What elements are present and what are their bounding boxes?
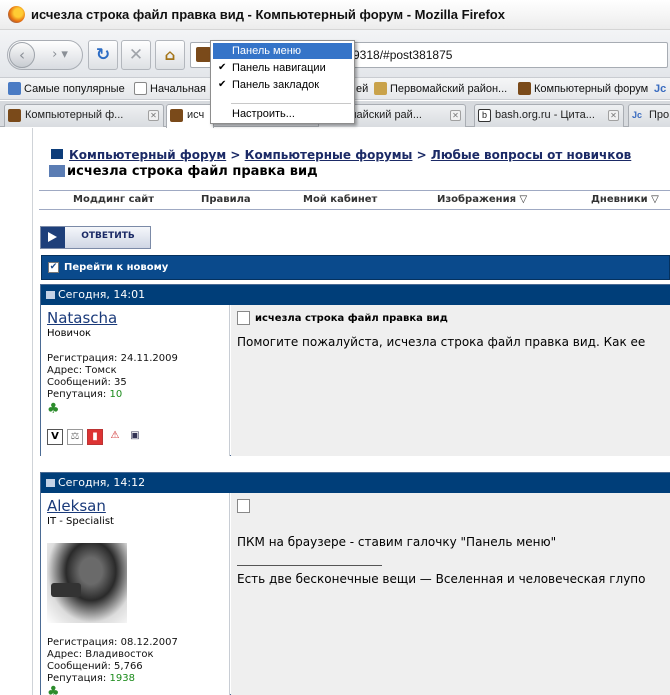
thread-title: исчезла строка файл правка вид [67,164,318,179]
breadcrumb-link-forum[interactable]: Компьютерный форум [69,148,226,162]
reply-button[interactable]: ОТВЕТИТЬ [40,226,151,249]
nav-link-cabinet[interactable]: Мой кабинет [303,194,377,205]
author-registration: Регистрация: 24.11.2009 [47,353,178,364]
window-titlebar: исчезла строка файл правка вид - Компьют… [0,0,670,30]
computer-icon[interactable]: ▣ [127,429,143,445]
forum-home-icon [51,149,63,159]
post-author-panel: Natascha Новичок Регистрация: 24.11.2009… [41,305,230,456]
checkbox-icon: ✔ [48,262,59,273]
checkmark-icon: ✔ [218,62,227,73]
url-text: t39318/#post381875 [343,48,453,62]
reputation-clover-icon: ♣ [47,684,60,695]
post: Сегодня, 14:01 Natascha Новичок Регистра… [40,284,670,456]
post-header: Сегодня, 14:12 [41,473,670,493]
reload-button[interactable]: ↻ [88,40,118,70]
reply-arrow-icon [41,227,65,248]
breadcrumb-links: Компьютерный форум > Компьютерные форумы… [69,148,632,162]
bash-favicon-icon: b [478,109,491,122]
avatar [47,543,127,623]
stop-button[interactable]: ✕ [121,40,151,70]
forum-favicon-icon [8,109,21,122]
checkmark-icon: ✔ [218,79,227,90]
site-favicon-icon [196,47,211,62]
author-rank: IT - Specialist [47,516,114,527]
back-button[interactable]: ‹ [9,42,35,68]
vcard-icon[interactable]: V [47,429,63,445]
post-body: ПКМ на браузере - ставим галочку "Панель… [237,535,557,549]
author-name[interactable]: Aleksan [47,497,106,515]
warning-icon[interactable]: ⚠ [107,429,123,445]
firefox-logo-icon [8,6,25,23]
breadcrumb-link-section[interactable]: Любые вопросы от новичков [431,148,631,162]
forum-favicon-icon [170,109,183,122]
nav-link-modding[interactable]: Моддинг сайт [73,194,154,205]
post-title: исчезла строка файл правка вид [255,313,448,324]
author-rank: Новичок [47,328,92,339]
bookmark-folder-icon [8,82,21,95]
bookmark-item[interactable]: Начальная [132,80,206,98]
tab-current-thread[interactable]: исч [166,104,214,128]
author-registration: Регистрация: 08.12.2007 [47,637,178,648]
home-button[interactable]: ⌂ [155,40,185,70]
post-icon [237,499,250,513]
forward-button[interactable]: › ▾ [42,44,78,66]
window-title: исчезла строка файл правка вид - Компьют… [31,7,505,22]
breadcrumb-link-forums[interactable]: Компьютерные форумы [245,148,413,162]
close-tab-icon[interactable]: ✕ [450,110,461,121]
jc-favicon-icon: Jc [632,110,643,120]
post-action-icons: V ⚖ ▮ ⚠ ▣ [47,429,143,445]
post-header: Сегодня, 14:01 [41,285,670,305]
post-content-panel: ПКМ на браузере - ставим галочку "Панель… [231,493,670,695]
close-tab-icon[interactable]: ✕ [148,110,159,121]
menu-item-navigation-toolbar[interactable]: ✔ Панель навигации [213,60,352,76]
post: Сегодня, 14:12 Aleksan IT - Specialist Р… [40,472,670,695]
post-body: Помогите пожалуйста, исчезла строка файл… [237,335,646,349]
reputation-clover-icon: ♣ [47,401,60,417]
post-signature: Есть две бесконечные вещи — Вселенная и … [237,572,646,586]
menu-item-customize[interactable]: Настроить... [213,106,352,122]
nav-link-rules[interactable]: Правила [201,194,251,205]
page-content: Компьютерный форум > Компьютерные форумы… [0,128,670,695]
author-reputation: Репутация: 10 [47,389,123,400]
back-forward-group: ‹ › ▾ [7,40,83,70]
bookmark-item[interactable]: Jc [654,80,666,98]
signature-divider [237,565,382,566]
author-address: Адрес: Владивосток [47,649,154,660]
thread-arrow-icon [49,165,65,177]
bookmark-item[interactable]: Компьютерный форум [516,80,648,98]
author-messages: Сообщений: 5,766 [47,661,143,672]
menu-item-bookmarks-toolbar[interactable]: ✔ Панель закладок [213,77,352,93]
post-icon [237,311,250,325]
post-author-panel: Aleksan IT - Specialist Регистрация: 08.… [41,493,230,695]
close-tab-icon[interactable]: ✕ [608,110,619,121]
scales-icon[interactable]: ⚖ [67,429,83,445]
report-card-icon[interactable]: ▮ [87,429,103,445]
forum-favicon-icon [518,82,531,95]
author-address: Адрес: Томск [47,365,117,376]
post-date-icon [46,291,55,299]
page-icon [134,82,147,95]
author-reputation: Репутация: 1938 [47,673,135,684]
nav-link-images[interactable]: Изображения ▽ [437,194,527,205]
nav-link-diaries[interactable]: Дневники ▽ [591,194,659,205]
tab-other[interactable]: Jc Про [628,104,670,127]
bookmark-item[interactable]: Самые популярные [6,80,125,98]
tab-forum[interactable]: Компьютерный ф... ✕ [4,104,164,127]
forum-nav-strip: Моддинг сайт Правила Мой кабинет Изображ… [39,190,670,210]
tab-bash[interactable]: b bash.org.ru - Цита... ✕ [474,104,624,127]
post-content-panel: исчезла строка файл правка вид Помогите … [231,305,670,456]
menu-item-menu-bar[interactable]: Панель меню [213,43,352,59]
avatar-figure-icon [51,583,81,597]
bookmark-item[interactable]: Первомайский район... [372,80,507,98]
toolbar-context-menu: Панель меню ✔ Панель навигации ✔ Панель … [210,40,355,124]
author-name[interactable]: Natascha [47,309,117,327]
menu-separator [231,103,351,104]
post-date-icon [46,479,55,487]
author-messages: Сообщений: 35 [47,377,127,388]
goto-new-bar[interactable]: ✔ Перейти к новому [41,255,670,280]
breadcrumb: Компьютерный форум > Компьютерные форумы… [41,144,670,179]
scales-icon [374,82,387,95]
